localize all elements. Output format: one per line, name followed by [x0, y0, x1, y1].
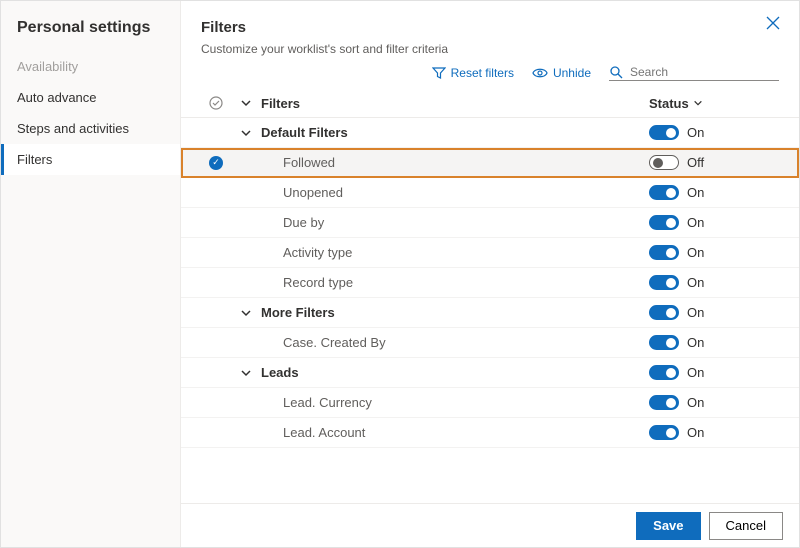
table-row[interactable]: Activity type On	[181, 238, 799, 268]
status-label: On	[687, 275, 704, 290]
chevron-down-icon	[240, 97, 252, 109]
page-title: Filters	[201, 19, 779, 36]
check-icon	[209, 156, 223, 170]
table-row[interactable]: Default Filters On	[181, 118, 799, 148]
status-label: On	[687, 305, 704, 320]
reset-filters-label: Reset filters	[451, 66, 514, 80]
status-label: On	[687, 185, 704, 200]
status-toggle[interactable]	[649, 425, 679, 440]
row-expand[interactable]	[231, 307, 261, 319]
sidebar-item-auto-advance[interactable]: Auto advance	[1, 82, 180, 113]
unhide-button[interactable]: Unhide	[532, 66, 591, 80]
status-toggle[interactable]	[649, 275, 679, 290]
app-root: Personal settings Availability Auto adva…	[0, 0, 800, 548]
footer: Save Cancel	[181, 503, 799, 547]
panel-header: Filters Customize your worklist's sort a…	[181, 1, 799, 64]
sidebar-item-availability[interactable]: Availability	[1, 51, 180, 82]
row-status: On	[649, 395, 779, 410]
close-icon	[765, 15, 781, 31]
status-label: On	[687, 245, 704, 260]
unhide-label: Unhide	[553, 66, 591, 80]
row-label: Activity type	[261, 245, 649, 260]
table-row[interactable]: Due by On	[181, 208, 799, 238]
row-status: On	[649, 185, 779, 200]
row-label: Lead. Currency	[261, 395, 649, 410]
column-name[interactable]: Filters	[261, 96, 649, 111]
status-toggle[interactable]	[649, 305, 679, 320]
status-toggle[interactable]	[649, 185, 679, 200]
status-label: On	[687, 365, 704, 380]
row-checkbox[interactable]	[201, 156, 231, 170]
row-status: On	[649, 335, 779, 350]
search-box[interactable]	[609, 64, 779, 81]
status-label: On	[687, 125, 704, 140]
row-status: On	[649, 275, 779, 290]
status-toggle[interactable]	[649, 245, 679, 260]
row-status: On	[649, 305, 779, 320]
sidebar-item-steps[interactable]: Steps and activities	[1, 113, 180, 144]
row-status: On	[649, 245, 779, 260]
table-row[interactable]: Lead. Currency On	[181, 388, 799, 418]
row-status: Off	[649, 155, 779, 170]
sidebar-item-filters[interactable]: Filters	[1, 144, 180, 175]
reset-filters-button[interactable]: Reset filters	[432, 66, 514, 80]
status-toggle[interactable]	[649, 395, 679, 410]
sidebar-title: Personal settings	[1, 1, 180, 51]
row-status: On	[649, 125, 779, 140]
page-subtitle: Customize your worklist's sort and filte…	[201, 42, 779, 56]
select-all-icon	[208, 95, 224, 111]
row-label: Unopened	[261, 185, 649, 200]
status-label: On	[687, 215, 704, 230]
table-row[interactable]: More Filters On	[181, 298, 799, 328]
row-status: On	[649, 425, 779, 440]
column-status[interactable]: Status	[649, 96, 779, 111]
row-label: Leads	[261, 365, 649, 380]
status-toggle[interactable]	[649, 335, 679, 350]
status-toggle[interactable]	[649, 155, 679, 170]
status-toggle[interactable]	[649, 125, 679, 140]
status-label: Off	[687, 155, 704, 170]
save-button[interactable]: Save	[636, 512, 700, 540]
search-input[interactable]	[628, 64, 748, 80]
table-row[interactable]: Unopened On	[181, 178, 799, 208]
row-label: Due by	[261, 215, 649, 230]
select-all[interactable]	[201, 95, 231, 111]
table-row[interactable]: Lead. Account On	[181, 418, 799, 448]
filter-icon	[432, 66, 446, 80]
cancel-button[interactable]: Cancel	[709, 512, 783, 540]
sidebar: Personal settings Availability Auto adva…	[1, 1, 181, 547]
status-toggle[interactable]	[649, 365, 679, 380]
status-label: On	[687, 395, 704, 410]
row-label: Default Filters	[261, 125, 649, 140]
close-button[interactable]	[765, 15, 781, 31]
toolbar: Reset filters Unhide	[181, 64, 799, 87]
table-row[interactable]: Record type On	[181, 268, 799, 298]
row-label: Followed	[261, 155, 649, 170]
row-label: Record type	[261, 275, 649, 290]
rows-container: Default FiltersOnFollowedOffUnopenedOnDu…	[181, 118, 799, 448]
chevron-down-icon	[240, 127, 252, 139]
status-toggle[interactable]	[649, 215, 679, 230]
main-panel: Filters Customize your worklist's sort a…	[181, 1, 799, 547]
row-expand[interactable]	[231, 127, 261, 139]
status-label: On	[687, 425, 704, 440]
chevron-down-icon	[240, 367, 252, 379]
row-status: On	[649, 365, 779, 380]
table-row[interactable]: Case. Created By On	[181, 328, 799, 358]
row-expand[interactable]	[231, 367, 261, 379]
row-status: On	[649, 215, 779, 230]
chevron-down-icon	[240, 307, 252, 319]
row-label: Lead. Account	[261, 425, 649, 440]
row-label: Case. Created By	[261, 335, 649, 350]
table-row[interactable]: Followed Off	[181, 148, 799, 178]
row-label: More Filters	[261, 305, 649, 320]
expand-all[interactable]	[231, 97, 261, 109]
status-label: On	[687, 335, 704, 350]
eye-icon	[532, 67, 548, 79]
search-icon	[609, 65, 623, 79]
chevron-down-icon	[693, 98, 703, 108]
table-header: Filters Status	[181, 87, 799, 118]
table-row[interactable]: Leads On	[181, 358, 799, 388]
